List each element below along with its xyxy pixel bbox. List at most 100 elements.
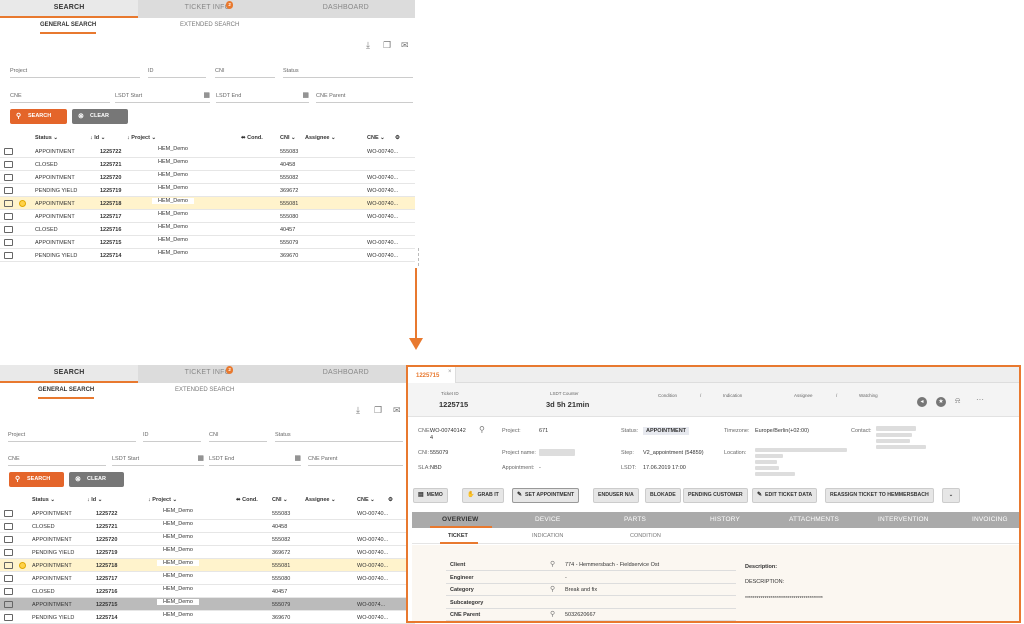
col-cne[interactable]: CNE ⌄: [367, 135, 385, 141]
folder-icon[interactable]: [4, 161, 13, 168]
id-field[interactable]: ID: [143, 430, 201, 442]
col-id[interactable]: ↓ Id ⌄: [87, 497, 102, 503]
table-row[interactable]: PENDING YIELD 1225719 HEM_Demo 369672 WO-007…: [0, 184, 415, 197]
cni-field[interactable]: CNI: [215, 66, 275, 78]
column-settings-icon[interactable]: ⚙: [388, 497, 393, 503]
tab-history[interactable]: HISTORY: [710, 516, 740, 523]
folder-icon[interactable]: [4, 601, 13, 608]
bell-icon[interactable]: ⍾: [955, 396, 960, 406]
tab-parts[interactable]: PARTS: [624, 516, 646, 523]
arrow-left-icon[interactable]: ◂: [917, 397, 927, 407]
download-icon[interactable]: ⤓: [356, 405, 360, 416]
table-row[interactable]: PENDING YIELD 1225714 HEM_Demo 369670 WO-007…: [0, 611, 415, 624]
col-project[interactable]: ↓ Project ⌄: [127, 135, 156, 141]
col-assignee[interactable]: Assignee ⌄: [305, 135, 336, 141]
copy-icon[interactable]: ❐: [383, 40, 391, 51]
search-icon[interactable]: ⚲: [550, 610, 555, 618]
subtab-condition[interactable]: CONDITION: [630, 533, 661, 539]
lsdt-end-field[interactable]: LSDT End ▦: [209, 454, 301, 466]
table-row[interactable]: CLOSED 1225716 HEM_Demo 40457: [0, 223, 415, 236]
col-project[interactable]: ↓ Project ⌄: [148, 497, 177, 503]
pending-customer-button[interactable]: PENDING CUSTOMER: [683, 488, 748, 503]
subtab-indication[interactable]: INDICATION: [532, 533, 563, 539]
table-row[interactable]: CLOSED 1225721 HEM_Demo 40458: [0, 158, 415, 171]
table-row[interactable]: APPOINTMENT 1225722 HEM_Demo 555083 WO-00740…: [0, 145, 415, 158]
folder-icon[interactable]: [4, 239, 13, 246]
table-row[interactable]: APPOINTMENT 1225718 HEM_Demo 555081 WO-00740…: [0, 197, 415, 210]
folder-icon[interactable]: [4, 200, 13, 207]
search-icon[interactable]: ⚲: [550, 560, 555, 568]
mail-icon[interactable]: ✉: [401, 40, 409, 51]
star-icon[interactable]: ★: [936, 397, 946, 407]
mail-icon[interactable]: ✉: [393, 405, 401, 416]
lsdt-start-field[interactable]: LSDT Start ▦: [112, 454, 204, 466]
table-row[interactable]: CLOSED 1225721 HEM_Demo 40458: [0, 520, 415, 533]
search-button[interactable]: ⚲ SEARCH: [10, 109, 67, 124]
table-row[interactable]: APPOINTMENT 1225717 HEM_Demo 555080 WO-00740…: [0, 210, 415, 223]
tab-dashboard[interactable]: DASHBOARD: [277, 365, 415, 383]
folder-icon[interactable]: [4, 213, 13, 220]
tab-ticket-info[interactable]: TICKET INFO 2: [138, 365, 276, 383]
cne-parent-field[interactable]: CNE Parent: [308, 454, 403, 466]
lsdt-end-field[interactable]: LSDT End ▦: [216, 91, 309, 103]
project-field[interactable]: Project: [8, 430, 136, 442]
col-cond[interactable]: ⬌ Cond.: [241, 135, 263, 141]
col-id[interactable]: ↓ Id ⌄: [90, 135, 105, 141]
download-icon[interactable]: ⤓: [366, 40, 370, 51]
edit-ticket-data-button[interactable]: ✎ EDIT TICKET DATA: [752, 488, 818, 503]
calendar-icon[interactable]: ▦: [197, 453, 204, 464]
subtab-general-search[interactable]: GENERAL SEARCH: [38, 383, 95, 399]
folder-icon[interactable]: [4, 252, 13, 259]
search-button[interactable]: ⚲ SEARCH: [9, 472, 64, 487]
col-status[interactable]: Status ⌄: [35, 135, 58, 141]
search-icon[interactable]: ⚲: [479, 425, 485, 434]
table-row[interactable]: PENDING YIELD 1225719 HEM_Demo 369672 WO-007…: [0, 546, 415, 559]
column-settings-icon[interactable]: ⚙: [395, 135, 400, 141]
set-appointment-button[interactable]: ✎ SET APPOINTMENT: [512, 488, 580, 503]
col-cni[interactable]: CNI ⌄: [272, 497, 288, 503]
enduser-na-button[interactable]: ENDUSER N/A: [593, 488, 639, 503]
project-field[interactable]: Project: [10, 66, 140, 78]
lsdt-start-field[interactable]: LSDT Start ▦: [115, 91, 210, 103]
folder-icon[interactable]: [4, 187, 13, 194]
table-row[interactable]: APPOINTMENT 1225717 HEM_Demo 555080 WO-00740…: [0, 572, 415, 585]
col-cond[interactable]: ⬌ Cond.: [236, 497, 258, 503]
tab-intervention[interactable]: INTERVENTION: [878, 516, 929, 523]
table-row[interactable]: APPOINTMENT 1225720 HEM_Demo 555082 WO-00740…: [0, 171, 415, 184]
clear-button[interactable]: ⊗ CLEAR: [69, 472, 124, 487]
close-icon[interactable]: ×: [448, 369, 452, 375]
search-icon[interactable]: ⚲: [550, 585, 555, 593]
tab-search[interactable]: SEARCH: [0, 0, 139, 18]
cne-parent-field[interactable]: CNE Parent: [316, 91, 413, 103]
status-field[interactable]: Status: [283, 66, 413, 78]
tab-device[interactable]: DEVICE: [535, 516, 560, 523]
calendar-icon[interactable]: ▦: [203, 90, 210, 101]
more-icon[interactable]: ···: [976, 395, 984, 404]
status-field[interactable]: Status: [275, 430, 403, 442]
table-row[interactable]: PENDING YIELD 1225714 HEM_Demo 369670 WO-007…: [0, 249, 415, 262]
panel-resize-handle[interactable]: [418, 248, 420, 266]
table-row[interactable]: CLOSED 1225716 HEM_Demo 40457: [0, 585, 415, 598]
tab-ticket-info[interactable]: TICKET INFO 2: [138, 0, 276, 18]
folder-icon[interactable]: [4, 588, 13, 595]
calendar-icon[interactable]: ▦: [294, 453, 301, 464]
col-assignee[interactable]: Assignee ⌄: [305, 497, 336, 503]
folder-icon[interactable]: [4, 523, 13, 530]
calendar-icon[interactable]: ▦: [302, 90, 309, 101]
tab-dashboard[interactable]: DASHBOARD: [277, 0, 415, 18]
tab-invoicing[interactable]: INVOICING: [972, 516, 1008, 523]
table-row[interactable]: APPOINTMENT 1225720 HEM_Demo 555082 WO-00740…: [0, 533, 415, 546]
tab-search[interactable]: SEARCH: [0, 365, 139, 383]
id-field[interactable]: ID: [148, 66, 206, 78]
folder-icon[interactable]: [4, 226, 13, 233]
folder-icon[interactable]: [4, 510, 13, 517]
blokade-button[interactable]: BLOKADE: [645, 488, 681, 503]
folder-icon[interactable]: [4, 562, 13, 569]
table-row[interactable]: APPOINTMENT 1225715 HEM_Demo 555079 WO-0074.…: [0, 598, 415, 611]
col-status[interactable]: Status ⌄: [32, 497, 55, 503]
copy-icon[interactable]: ❐: [374, 405, 382, 416]
subtab-extended-search[interactable]: EXTENDED SEARCH: [175, 383, 234, 397]
table-row[interactable]: APPOINTMENT 1225718 HEM_Demo 555081 WO-00740…: [0, 559, 415, 572]
reassign-ticket-button[interactable]: REASSIGN TICKET TO HEMMERSBACH: [825, 488, 934, 503]
clear-button[interactable]: ⊗ CLEAR: [72, 109, 128, 124]
